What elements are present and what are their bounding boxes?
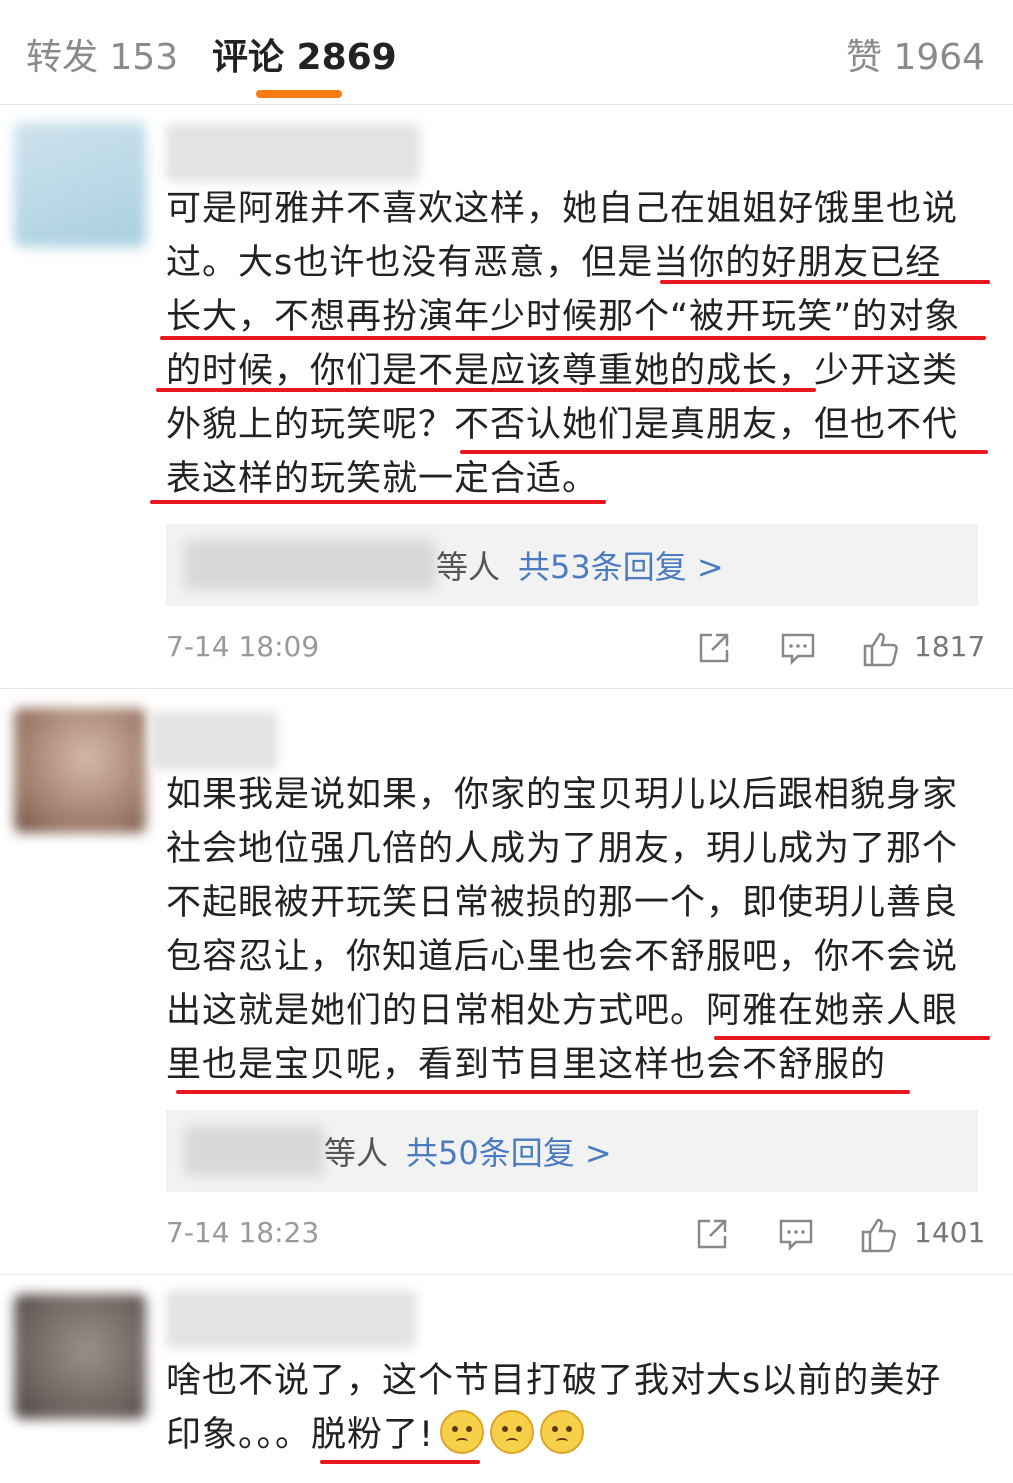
avatar[interactable]	[14, 1294, 146, 1419]
highlight-underline	[150, 500, 606, 504]
comment-line: 如果我是说如果，你家的宝贝玥儿以后跟相貌身家	[166, 775, 959, 815]
tab-bar: 转发 153 评论 2869 赞 1964	[0, 0, 1013, 105]
highlight-underline	[320, 1460, 480, 1464]
avatar[interactable]	[14, 122, 146, 247]
comment-text: 如果我是说如果，你家的宝贝玥儿以后跟相貌身家 社会地位强几倍的人成为了朋友，玥儿…	[166, 768, 986, 1092]
comment-meta: 7-14 18:23 1401	[0, 1206, 1013, 1266]
reply-user-blurred	[184, 1126, 324, 1176]
like-count: 1817	[914, 630, 986, 663]
reply-by-label: 等人	[436, 548, 501, 586]
comment-line: 可是阿雅并不喜欢这样，她自己在姐姐好饿里也说	[166, 189, 959, 229]
highlight-underline	[460, 450, 988, 454]
comment-line: 里也是宝贝呢，看到节目里这样也会不舒服的	[166, 1045, 887, 1085]
comment-text: 可是阿雅并不喜欢这样，她自己在姐姐好饿里也说 过。大s也许也没有恶意，但是当你的…	[166, 182, 986, 506]
username-blurred[interactable]	[166, 1290, 416, 1348]
thinking-face-icon	[490, 1410, 535, 1454]
username-blurred[interactable]	[152, 712, 278, 770]
tab-likes[interactable]: 赞 1964	[846, 28, 985, 80]
reply-user-blurred	[184, 540, 436, 590]
tab-repost[interactable]: 转发 153	[26, 28, 178, 80]
comment-line: 外貌上的玩笑呢？不否认她们是真朋友，但也不代	[166, 405, 959, 445]
highlight-underline	[160, 336, 986, 340]
thinking-face-icon	[440, 1410, 485, 1454]
highlight-underline	[660, 280, 990, 284]
reply-preview[interactable]: 等人 共50条回复 >	[166, 1110, 978, 1192]
reply-count-link[interactable]: 共53条回复 >	[518, 548, 724, 586]
thinking-face-icon	[540, 1410, 585, 1454]
active-tab-indicator	[256, 90, 342, 98]
comment-line: 社会地位强几倍的人成为了朋友，玥儿成为了那个	[166, 829, 959, 869]
comment-icon[interactable]	[778, 1216, 814, 1252]
comment-line: 表这样的玩笑就一定合适。	[166, 459, 599, 499]
username-blurred[interactable]	[166, 124, 420, 182]
like-icon[interactable]	[860, 1216, 898, 1254]
highlight-underline	[156, 388, 816, 392]
comment-time: 7-14 18:09	[166, 630, 320, 663]
comment-time: 7-14 18:23	[166, 1216, 320, 1249]
comment-line: 出这就是她们的日常相处方式吧。阿雅在她亲人眼	[166, 991, 959, 1031]
tab-comments[interactable]: 评论 2869	[212, 28, 397, 80]
comment-line: 包容忍让，你知道后心里也会不舒服吧，你不会说	[166, 937, 959, 977]
comment-line: 啥也不说了，这个节目打破了我对大s以前的美好	[166, 1361, 942, 1401]
like-icon[interactable]	[862, 630, 900, 668]
divider	[0, 1274, 1013, 1275]
avatar[interactable]	[14, 708, 146, 833]
reply-count-link[interactable]: 共50条回复 >	[406, 1134, 612, 1172]
share-icon[interactable]	[696, 630, 732, 666]
divider	[0, 688, 1013, 689]
comment-text: 啥也不说了，这个节目打破了我对大s以前的美好 印象。。。脱粉了!	[166, 1354, 986, 1462]
like-count: 1401	[914, 1216, 986, 1249]
comment-icon[interactable]	[780, 630, 816, 666]
highlight-underline	[714, 1036, 990, 1040]
comment-line: 不起眼被开玩笑日常被损的那一个，即使玥儿善良	[166, 883, 959, 923]
share-icon[interactable]	[694, 1216, 730, 1252]
comment-line: 印象。。。脱粉了!	[166, 1408, 986, 1462]
comment-meta: 7-14 18:09 1817	[0, 620, 1013, 680]
comment-line-text: 印象。。。脱粉了!	[166, 1415, 435, 1455]
highlight-underline	[176, 1090, 910, 1094]
reply-preview[interactable]: 等人 共53条回复 >	[166, 524, 978, 606]
reply-by-label: 等人	[324, 1134, 389, 1172]
